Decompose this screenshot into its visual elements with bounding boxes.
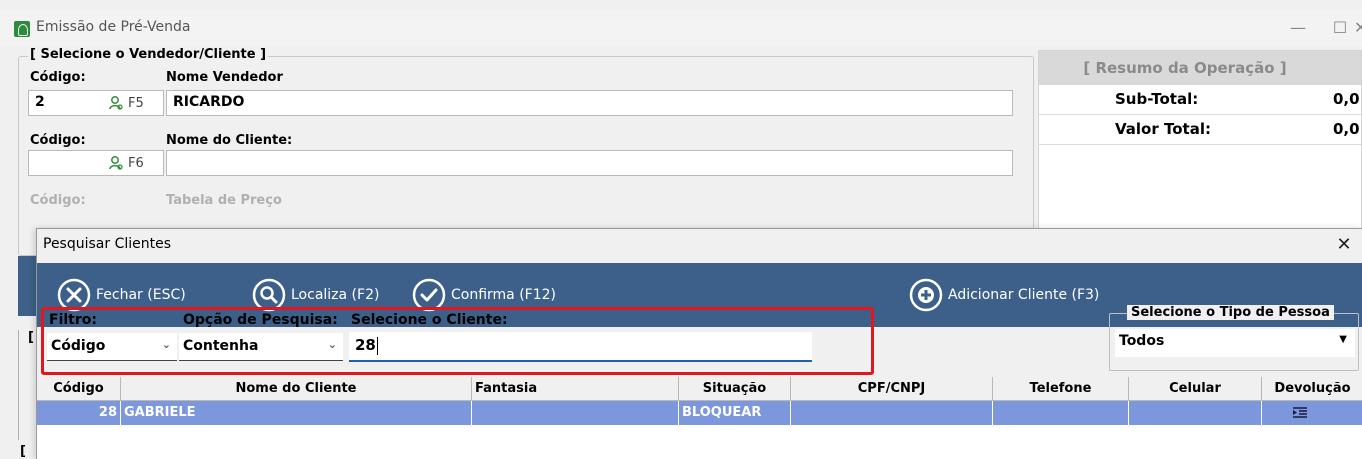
plus-circle-icon (909, 278, 943, 312)
dialog-title: Pesquisar Clientes (43, 236, 172, 252)
client-name-field[interactable] (166, 150, 1013, 176)
cell-codigo: 28 (37, 401, 121, 425)
app-icon (14, 21, 30, 37)
column-header[interactable]: CPF/CNPJ (791, 377, 993, 401)
dropdown-arrow-icon: ▼ (1339, 334, 1347, 345)
close-button-label: Fechar (ESC) (96, 287, 186, 303)
price-code-label: Código: (30, 193, 86, 207)
vendor-code-value: 2 (35, 94, 45, 110)
background-bracket: [ (20, 444, 26, 459)
person-type-legend: Selecione o Tipo de Pessoa (1127, 305, 1334, 320)
close-window-button[interactable]: ✕ (1354, 14, 1362, 42)
background-bracket: [ (28, 330, 34, 345)
minimize-button[interactable]: — (1278, 14, 1318, 42)
list-icon[interactable] (1292, 406, 1308, 420)
clients-grid[interactable]: Código Nome do Cliente Fantasia Situação… (37, 377, 1362, 459)
vendor-client-legend: [ Selecione o Vendedor/Cliente ] (28, 47, 269, 62)
cell-situacao: BLOQUEAR (679, 401, 791, 425)
total-label: Valor Total: (1115, 120, 1211, 138)
vendor-code-label: Código: (30, 70, 86, 85)
column-header[interactable]: Situação (679, 377, 791, 401)
vendor-name-value: RICARDO (173, 94, 245, 110)
person-type-value: Todos (1119, 333, 1165, 349)
cell-devolucao[interactable] (1262, 401, 1362, 425)
operation-summary: [ Resumo da Operação ] Sub-Total: 0,0 Va… (1038, 50, 1362, 250)
add-client-button-label: Adicionar Cliente (F3) (948, 287, 1100, 303)
vendor-name-field[interactable]: RICARDO (166, 90, 1013, 116)
locate-button-label: Localiza (F2) (291, 287, 380, 303)
column-header[interactable]: Celular (1129, 377, 1262, 401)
window-title: Emissão de Pré-Venda (36, 19, 191, 35)
column-header[interactable]: Telefone (993, 377, 1129, 401)
cell-nome: GABRIELE (121, 401, 472, 425)
add-client-button[interactable]: Adicionar Cliente (F3) (909, 278, 1099, 312)
search-person-icon[interactable] (108, 95, 124, 111)
column-header[interactable]: Nome do Cliente (121, 377, 472, 401)
column-header[interactable]: Código (37, 377, 121, 401)
price-table-label: Tabela de Preço (166, 193, 282, 207)
confirm-button-label: Confirma (F12) (451, 287, 556, 303)
total-row: Valor Total: 0,0 (1039, 115, 1362, 145)
total-value: 0,0 (1333, 120, 1360, 138)
table-row[interactable]: 28 GABRIELE BLOQUEAR (37, 401, 1362, 425)
background-group (18, 330, 38, 440)
vendor-name-label: Nome Vendedor (166, 70, 283, 85)
search-clients-dialog: Pesquisar Clientes ✕ Fechar (ESC) Locali… (36, 228, 1362, 459)
person-type-select[interactable]: Todos ▼ (1115, 329, 1355, 357)
subtotal-value: 0,0 (1333, 90, 1360, 108)
grid-header: Código Nome do Cliente Fantasia Situação… (37, 377, 1362, 401)
cell-fantasia (472, 401, 679, 425)
search-person-icon[interactable] (108, 155, 124, 171)
column-header[interactable]: Fantasia (472, 377, 679, 401)
cell-telefone (993, 401, 1129, 425)
cell-cpf (791, 401, 993, 425)
highlight-box (41, 307, 874, 375)
vendor-fkey: F5 (128, 96, 144, 111)
title-bar: Emissão de Pré-Venda — ☐ ✕ (0, 10, 1362, 46)
cell-celular (1129, 401, 1262, 425)
client-fkey: F6 (128, 156, 144, 171)
background-panel (18, 256, 38, 316)
client-code-label: Código: (30, 133, 86, 148)
client-name-label: Nome do Cliente: (166, 133, 293, 148)
subtotal-row: Sub-Total: 0,0 (1039, 85, 1362, 115)
subtotal-label: Sub-Total: (1115, 90, 1199, 108)
dialog-close-button[interactable]: ✕ (1332, 231, 1356, 259)
summary-header: [ Resumo da Operação ] (1039, 51, 1361, 85)
column-header[interactable]: Devolução (1262, 377, 1362, 401)
